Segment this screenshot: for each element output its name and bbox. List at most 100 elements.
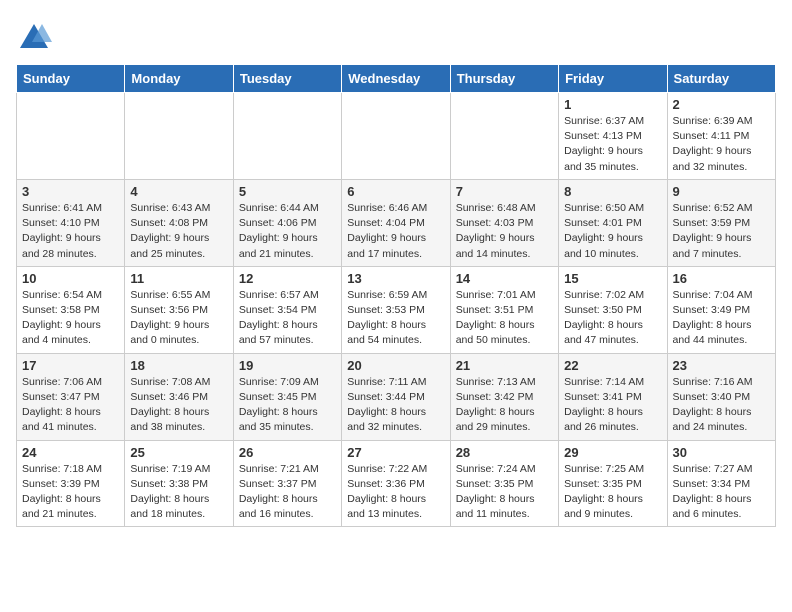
week-row-5: 24Sunrise: 7:18 AM Sunset: 3:39 PM Dayli… [17,440,776,527]
day-cell: 29 Sunrise: 7:25 AM Sunset: 3:35 PM Dayli… [559,440,667,527]
day-number: 5 [239,184,336,199]
day-cell: 11 Sunrise: 6:55 AM Sunset: 3:56 PM Dayli… [125,266,233,353]
day-cell: 20 Sunrise: 7:11 AM Sunset: 3:44 PM Dayli… [342,353,450,440]
calendar-table: SundayMondayTuesdayWednesdayThursdayFrid… [16,64,776,527]
day-cell: 18Sunrise: 7:08 AM Sunset: 3:46 PM Dayli… [125,353,233,440]
day-info: Sunrise: 6:37 AM Sunset: 4:13 PM Dayligh… [564,114,661,175]
day-number: 18 [130,358,227,373]
day-info: Sunrise: 6:43 AM Sunset: 4:08 PM Dayligh… [130,201,227,262]
day-cell: 6 Sunrise: 6:46 AM Sunset: 4:04 PM Daylig… [342,179,450,266]
day-cell: 14 Sunrise: 7:01 AM Sunset: 3:51 PM Dayli… [450,266,558,353]
day-info: Sunrise: 7:13 AM Sunset: 3:42 PM Dayligh… [456,375,553,436]
day-info: Sunrise: 7:27 AM Sunset: 3:34 PM Dayligh… [673,462,770,523]
day-info: Sunrise: 7:11 AM Sunset: 3:44 PM Dayligh… [347,375,444,436]
day-info: Sunrise: 6:39 AM Sunset: 4:11 PM Dayligh… [673,114,770,175]
day-info: Sunrise: 7:04 AM Sunset: 3:49 PM Dayligh… [673,288,770,349]
day-number: 22 [564,358,661,373]
day-number: 30 [673,445,770,460]
day-number: 24 [22,445,119,460]
day-info: Sunrise: 7:25 AM Sunset: 3:35 PM Dayligh… [564,462,661,523]
day-number: 27 [347,445,444,460]
day-number: 3 [22,184,119,199]
day-number: 13 [347,271,444,286]
logo-icon [16,20,52,56]
day-cell [342,93,450,180]
day-number: 6 [347,184,444,199]
day-cell: 10 Sunrise: 6:54 AM Sunset: 3:58 PM Dayli… [17,266,125,353]
day-number: 20 [347,358,444,373]
day-number: 28 [456,445,553,460]
day-cell: 30 Sunrise: 7:27 AM Sunset: 3:34 PM Dayli… [667,440,775,527]
day-cell: 25 Sunrise: 7:19 AM Sunset: 3:38 PM Dayli… [125,440,233,527]
day-number: 10 [22,271,119,286]
day-number: 17 [22,358,119,373]
day-info: Sunrise: 6:48 AM Sunset: 4:03 PM Dayligh… [456,201,553,262]
day-cell: 24Sunrise: 7:18 AM Sunset: 3:39 PM Dayli… [17,440,125,527]
day-cell: 28 Sunrise: 7:24 AM Sunset: 3:35 PM Dayli… [450,440,558,527]
day-info: Sunrise: 6:55 AM Sunset: 3:56 PM Dayligh… [130,288,227,349]
day-info: Sunrise: 7:21 AM Sunset: 3:37 PM Dayligh… [239,462,336,523]
day-number: 15 [564,271,661,286]
col-header-monday: Monday [125,65,233,93]
day-number: 11 [130,271,227,286]
day-info: Sunrise: 6:59 AM Sunset: 3:53 PM Dayligh… [347,288,444,349]
day-number: 4 [130,184,227,199]
day-cell: 7 Sunrise: 6:48 AM Sunset: 4:03 PM Daylig… [450,179,558,266]
day-number: 19 [239,358,336,373]
day-number: 9 [673,184,770,199]
day-info: Sunrise: 7:01 AM Sunset: 3:51 PM Dayligh… [456,288,553,349]
logo [16,20,56,56]
day-info: Sunrise: 6:46 AM Sunset: 4:04 PM Dayligh… [347,201,444,262]
day-info: Sunrise: 6:57 AM Sunset: 3:54 PM Dayligh… [239,288,336,349]
day-cell: 3Sunrise: 6:41 AM Sunset: 4:10 PM Daylig… [17,179,125,266]
day-info: Sunrise: 7:16 AM Sunset: 3:40 PM Dayligh… [673,375,770,436]
day-cell: 26 Sunrise: 7:21 AM Sunset: 3:37 PM Dayli… [233,440,341,527]
col-header-tuesday: Tuesday [233,65,341,93]
col-header-wednesday: Wednesday [342,65,450,93]
day-cell: 23 Sunrise: 7:16 AM Sunset: 3:40 PM Dayli… [667,353,775,440]
day-cell [17,93,125,180]
week-row-3: 10 Sunrise: 6:54 AM Sunset: 3:58 PM Dayli… [17,266,776,353]
day-number: 21 [456,358,553,373]
day-cell: 12 Sunrise: 6:57 AM Sunset: 3:54 PM Dayli… [233,266,341,353]
day-number: 7 [456,184,553,199]
day-info: Sunrise: 7:06 AM Sunset: 3:47 PM Dayligh… [22,375,119,436]
calendar-header-row: SundayMondayTuesdayWednesdayThursdayFrid… [17,65,776,93]
day-cell: 1 Sunrise: 6:37 AM Sunset: 4:13 PM Daylig… [559,93,667,180]
day-number: 23 [673,358,770,373]
day-number: 2 [673,97,770,112]
day-info: Sunrise: 6:44 AM Sunset: 4:06 PM Dayligh… [239,201,336,262]
day-cell: 15 Sunrise: 7:02 AM Sunset: 3:50 PM Dayli… [559,266,667,353]
day-info: Sunrise: 7:19 AM Sunset: 3:38 PM Dayligh… [130,462,227,523]
day-cell: 8 Sunrise: 6:50 AM Sunset: 4:01 PM Daylig… [559,179,667,266]
day-cell: 17 Sunrise: 7:06 AM Sunset: 3:47 PM Dayli… [17,353,125,440]
col-header-sunday: Sunday [17,65,125,93]
day-cell: 9 Sunrise: 6:52 AM Sunset: 3:59 PM Daylig… [667,179,775,266]
day-number: 26 [239,445,336,460]
col-header-saturday: Saturday [667,65,775,93]
week-row-4: 17 Sunrise: 7:06 AM Sunset: 3:47 PM Dayli… [17,353,776,440]
day-cell: 4 Sunrise: 6:43 AM Sunset: 4:08 PM Daylig… [125,179,233,266]
week-row-2: 3Sunrise: 6:41 AM Sunset: 4:10 PM Daylig… [17,179,776,266]
day-info: Sunrise: 7:02 AM Sunset: 3:50 PM Dayligh… [564,288,661,349]
day-number: 25 [130,445,227,460]
day-cell [233,93,341,180]
day-number: 1 [564,97,661,112]
day-number: 14 [456,271,553,286]
day-cell: 16Sunrise: 7:04 AM Sunset: 3:49 PM Dayli… [667,266,775,353]
col-header-friday: Friday [559,65,667,93]
day-info: Sunrise: 7:14 AM Sunset: 3:41 PM Dayligh… [564,375,661,436]
day-info: Sunrise: 6:52 AM Sunset: 3:59 PM Dayligh… [673,201,770,262]
day-cell: 27Sunrise: 7:22 AM Sunset: 3:36 PM Dayli… [342,440,450,527]
day-cell [450,93,558,180]
day-info: Sunrise: 7:24 AM Sunset: 3:35 PM Dayligh… [456,462,553,523]
day-info: Sunrise: 6:54 AM Sunset: 3:58 PM Dayligh… [22,288,119,349]
day-cell: 19Sunrise: 7:09 AM Sunset: 3:45 PM Dayli… [233,353,341,440]
day-cell: 2 Sunrise: 6:39 AM Sunset: 4:11 PM Daylig… [667,93,775,180]
day-number: 29 [564,445,661,460]
day-number: 12 [239,271,336,286]
day-number: 8 [564,184,661,199]
day-info: Sunrise: 6:50 AM Sunset: 4:01 PM Dayligh… [564,201,661,262]
day-cell: 21 Sunrise: 7:13 AM Sunset: 3:42 PM Dayli… [450,353,558,440]
day-cell: 5 Sunrise: 6:44 AM Sunset: 4:06 PM Daylig… [233,179,341,266]
